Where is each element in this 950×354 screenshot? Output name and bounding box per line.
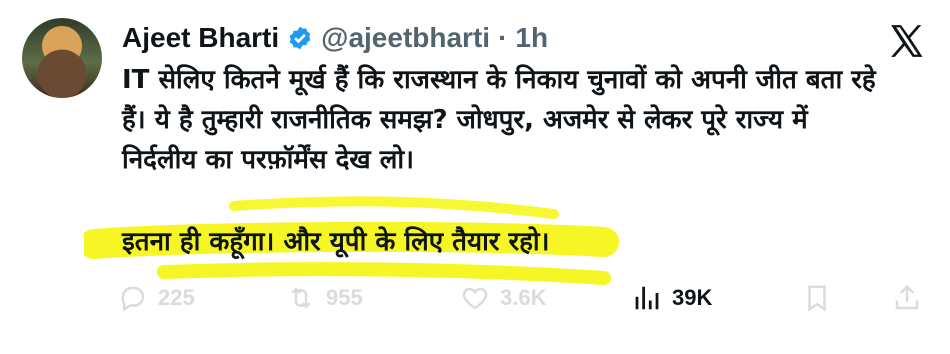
author-handle[interactable]: @ajeetbharti [321,22,490,54]
share-icon [895,284,919,310]
reply-button[interactable]: 225 [118,276,195,320]
tweet-highlighted-line: इतना ही कहूँगा। और यूपी के लिए तैयार रहो… [122,227,550,257]
repost-count: 955 [326,285,363,310]
avatar[interactable] [22,18,102,98]
tweet-timestamp[interactable]: 1h [515,22,548,54]
bookmark-icon [808,285,826,312]
bookmark-button[interactable] [802,276,832,320]
like-count: 3.6K [500,285,547,310]
reply-count: 225 [158,285,195,310]
share-button[interactable] [892,276,922,320]
tweet-actions: 225 955 3.6K 39K [118,276,938,320]
repost-button[interactable]: 955 [286,276,363,320]
x-logo-icon [891,25,923,57]
views-chart-icon [635,286,659,310]
verified-badge-icon [289,26,311,50]
views-button[interactable]: 39K [632,276,712,320]
tweet-header: Ajeet Bharti @ajeetbharti · 1h [122,18,548,58]
repost-icon [291,287,311,309]
tweet-body: IT सेलिए कितने मूर्ख हैं कि राजस्थान के … [122,65,876,175]
like-button[interactable]: 3.6K [460,276,546,320]
like-icon [462,287,488,310]
reply-icon [121,286,145,312]
header-separator: · [498,22,508,53]
author-name[interactable]: Ajeet Bharti [122,22,279,54]
views-count: 39K [672,285,713,310]
